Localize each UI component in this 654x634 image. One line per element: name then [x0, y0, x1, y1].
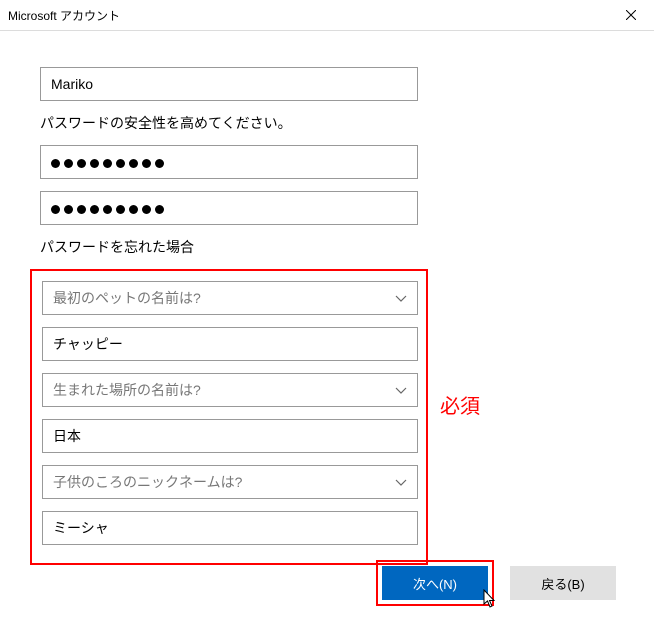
next-button[interactable]: 次へ(N) [382, 566, 488, 600]
chevron-down-icon [395, 382, 407, 398]
chevron-down-icon [395, 474, 407, 490]
security-question-1-select[interactable]: 最初のペットの名前は? [42, 281, 418, 315]
password-value [51, 154, 168, 170]
security-answer-2-field[interactable]: 日本 [42, 419, 418, 453]
username-value: Mariko [51, 76, 93, 92]
security-question-1-label: 最初のペットの名前は? [53, 288, 201, 308]
next-button-label: 次へ(N) [413, 574, 457, 593]
security-answer-1-field[interactable]: チャッピー [42, 327, 418, 361]
close-icon [626, 8, 636, 23]
security-question-2-label: 生まれた場所の名前は? [53, 380, 201, 400]
titlebar: Microsoft アカウント [0, 0, 654, 31]
password-confirm-value [51, 200, 168, 216]
security-question-3-label: 子供のころのニックネームは? [53, 472, 242, 492]
close-button[interactable] [608, 0, 654, 30]
password-heading: パスワードの安全性を高めてください。 [40, 113, 614, 133]
security-answer-1-value: チャッピー [53, 334, 123, 354]
security-questions-block: 最初のペットの名前は? チャッピー 生まれた場所の名前は? 日本 子供のころのニ… [30, 269, 428, 565]
password-confirm-field[interactable] [40, 191, 418, 225]
button-row: 次へ(N) 戻る(B) [376, 560, 616, 606]
back-button-label: 戻る(B) [541, 574, 584, 593]
security-answer-3-value: ミーシャ [53, 518, 109, 538]
back-button[interactable]: 戻る(B) [510, 566, 616, 600]
password-field[interactable] [40, 145, 418, 179]
next-button-highlight: 次へ(N) [376, 560, 494, 606]
forgot-heading: パスワードを忘れた場合 [40, 237, 614, 257]
security-answer-3-field[interactable]: ミーシャ [42, 511, 418, 545]
content-area: Mariko パスワードの安全性を高めてください。 パスワードを忘れた場合 最初… [0, 31, 654, 565]
security-question-3-select[interactable]: 子供のころのニックネームは? [42, 465, 418, 499]
required-annotation: 必須 [440, 390, 480, 419]
chevron-down-icon [395, 290, 407, 306]
security-answer-2-value: 日本 [53, 426, 81, 446]
username-field[interactable]: Mariko [40, 67, 418, 101]
security-question-2-select[interactable]: 生まれた場所の名前は? [42, 373, 418, 407]
window-title: Microsoft アカウント [8, 7, 120, 24]
